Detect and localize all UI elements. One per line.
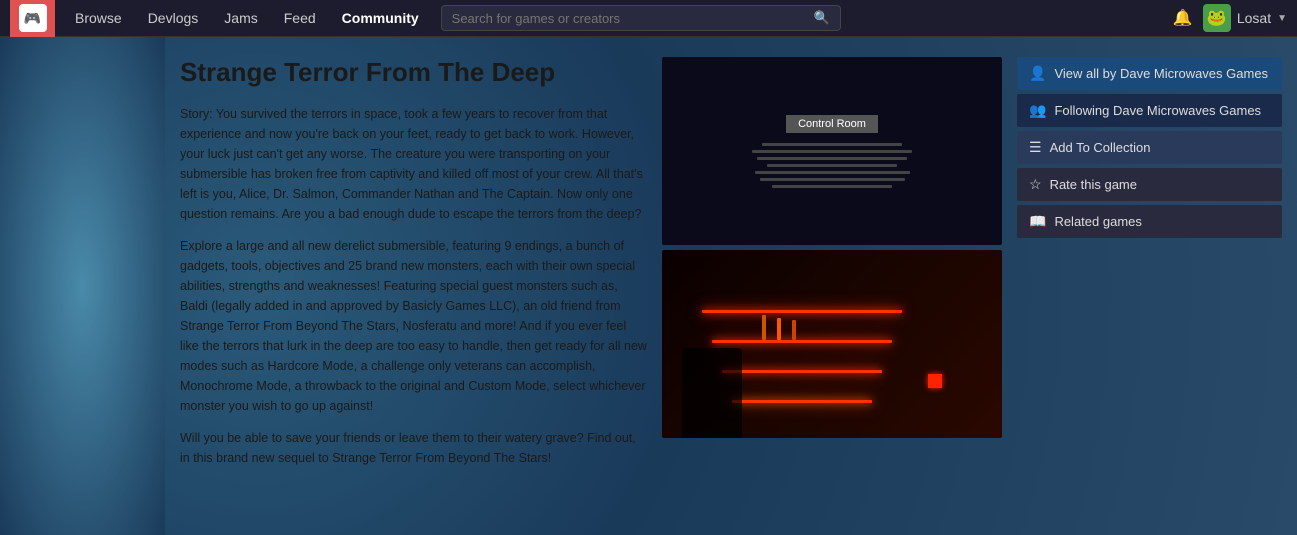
screenshots-area: Control Room	[662, 57, 1002, 515]
header-right: 🔔 🐸 Losat ▼	[1173, 4, 1287, 32]
vert-line-3	[792, 320, 796, 340]
control-room-scene: Control Room	[662, 57, 1002, 245]
cr-lines	[752, 143, 912, 188]
game-desc-paragraph-1: Story: You survived the terrors in space…	[180, 104, 647, 224]
rate-label: Rate this game	[1050, 177, 1137, 192]
add-to-collection-button[interactable]: ☰ Add To Collection	[1017, 131, 1282, 164]
red-line-3	[722, 370, 882, 373]
nav-jams[interactable]: Jams	[212, 2, 269, 34]
nav-feed[interactable]: Feed	[272, 2, 328, 34]
following-icon: 👥	[1029, 102, 1046, 119]
notification-bell-icon[interactable]: 🔔	[1173, 8, 1193, 28]
red-line-1	[702, 310, 902, 313]
star-icon: ☆	[1029, 176, 1042, 193]
header: 🎮 Browse Devlogs Jams Feed Community 🔍 🔔…	[0, 0, 1297, 37]
game-description-panel: Strange Terror From The Deep Story: You …	[180, 57, 647, 515]
add-collection-label: Add To Collection	[1050, 140, 1151, 155]
related-games-button[interactable]: 📖 Related games	[1017, 205, 1282, 238]
screenshot-1[interactable]: Control Room	[662, 57, 1002, 245]
view-all-button[interactable]: 👤 View all by Dave Microwaves Games	[1017, 57, 1282, 90]
logo-area[interactable]: 🎮	[10, 0, 55, 37]
rate-game-button[interactable]: ☆ Rate this game	[1017, 168, 1282, 201]
main-container: Strange Terror From The Deep Story: You …	[0, 37, 1297, 535]
user-menu[interactable]: 🐸 Losat ▼	[1203, 4, 1287, 32]
vert-line-2	[777, 318, 781, 340]
cr-line-1	[762, 143, 902, 146]
search-input[interactable]	[452, 11, 806, 26]
username-label: Losat	[1237, 10, 1271, 26]
cr-line-3	[757, 157, 907, 160]
book-icon: 📖	[1029, 213, 1046, 230]
chevron-down-icon: ▼	[1277, 13, 1287, 24]
red-scene	[662, 250, 1002, 438]
bright-square	[928, 374, 942, 388]
search-bar[interactable]: 🔍	[441, 5, 841, 31]
search-icon: 🔍	[813, 10, 829, 26]
following-label: Following Dave Microwaves Games	[1054, 103, 1261, 118]
cr-line-6	[760, 178, 905, 181]
red-line-2	[712, 340, 892, 343]
cr-line-2	[752, 150, 912, 153]
game-desc-paragraph-3: Will you be able to save your friends or…	[180, 428, 647, 468]
following-button[interactable]: 👥 Following Dave Microwaves Games	[1017, 94, 1282, 127]
cr-line-5	[755, 171, 910, 174]
view-all-label: View all by Dave Microwaves Games	[1054, 66, 1268, 81]
nav-devlogs[interactable]: Devlogs	[136, 2, 211, 34]
collection-icon: ☰	[1029, 139, 1042, 156]
itch-logo-icon: 🎮	[19, 4, 47, 32]
related-label: Related games	[1054, 214, 1141, 229]
red-line-4	[732, 400, 872, 403]
game-title: Strange Terror From The Deep	[180, 57, 647, 88]
dark-figure	[682, 348, 742, 438]
right-sidebar: 👤 View all by Dave Microwaves Games 👥 Fo…	[1017, 57, 1282, 515]
control-room-label: Control Room	[786, 115, 878, 133]
person-icon: 👤	[1029, 65, 1046, 82]
left-sidebar	[0, 37, 165, 535]
content-area: Strange Terror From The Deep Story: You …	[165, 37, 1297, 535]
game-desc-paragraph-2: Explore a large and all new derelict sub…	[180, 236, 647, 416]
nav-browse[interactable]: Browse	[63, 2, 134, 34]
nav-links: Browse Devlogs Jams Feed Community	[63, 2, 431, 34]
vert-line-1	[762, 315, 766, 340]
cr-line-7	[772, 185, 892, 188]
user-avatar: 🐸	[1203, 4, 1231, 32]
nav-community[interactable]: Community	[330, 2, 431, 34]
cr-line-4	[767, 164, 897, 167]
screenshot-2[interactable]	[662, 250, 1002, 438]
